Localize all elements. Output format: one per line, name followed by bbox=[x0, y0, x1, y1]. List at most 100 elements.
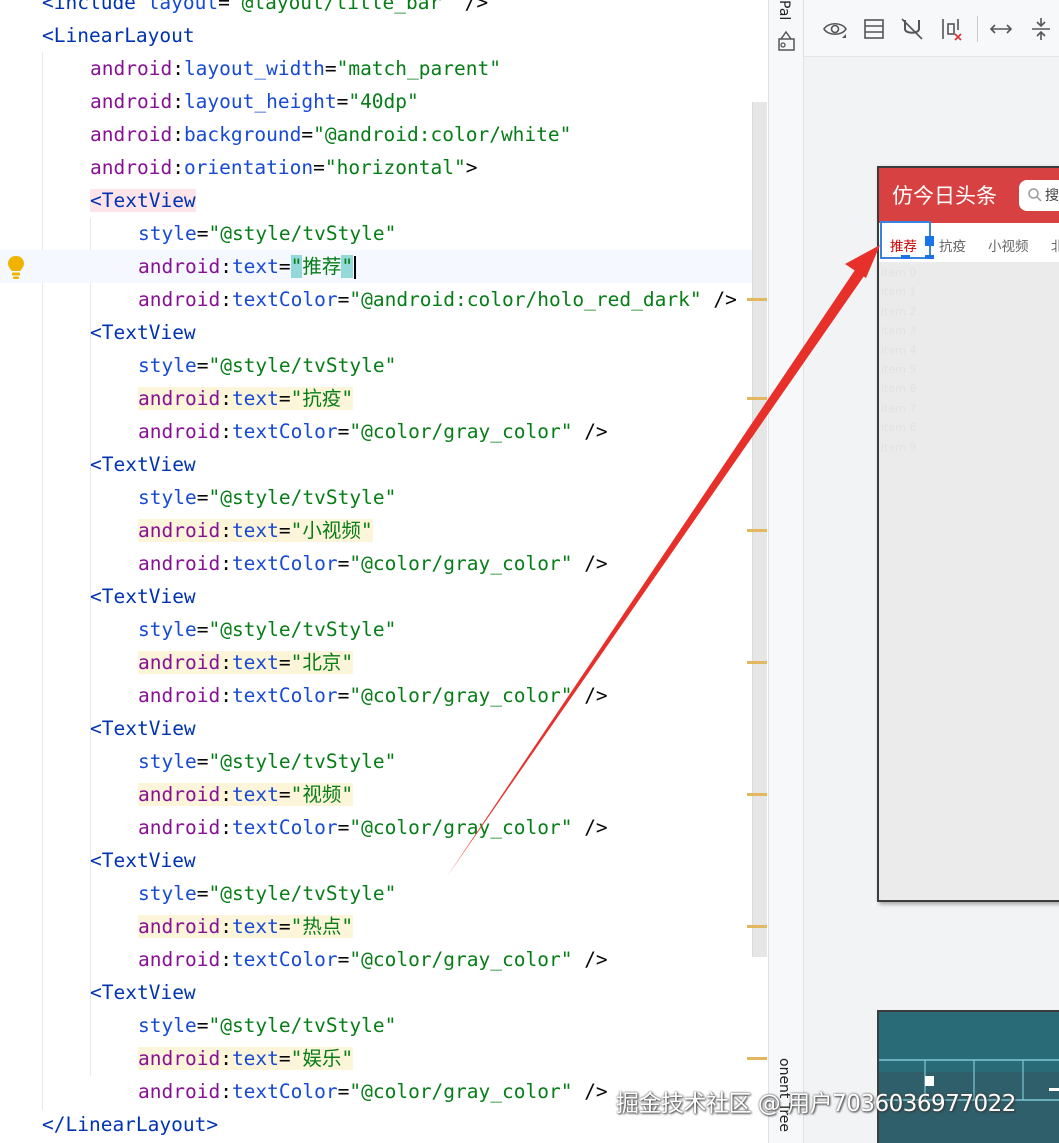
resize-handle[interactable] bbox=[925, 255, 934, 259]
code-line[interactable]: style="@style/tvStyle" bbox=[0, 481, 760, 514]
code-line[interactable]: android:textColor="@android:color/holo_r… bbox=[0, 283, 760, 316]
attr-colon: : bbox=[220, 783, 232, 806]
attr-equals: = bbox=[278, 387, 291, 410]
code-line[interactable]: style="@style/tvStyle" bbox=[0, 217, 760, 250]
tag-end: /> bbox=[701, 288, 737, 311]
code-line[interactable]: style="@style/tvStyle" bbox=[0, 349, 760, 382]
list-item[interactable]: item 2 bbox=[881, 305, 1059, 324]
code-line[interactable]: android:text="北京" bbox=[0, 646, 760, 679]
attr-quote: " bbox=[208, 354, 221, 377]
attr-namespace: android bbox=[138, 948, 221, 971]
list-item[interactable]: item 8 bbox=[881, 421, 1059, 440]
attr-name: textColor bbox=[231, 552, 338, 575]
code-line[interactable]: android:background="@android:color/white… bbox=[0, 118, 760, 151]
code-line[interactable]: android:text="娱乐" bbox=[0, 1042, 760, 1075]
code-line[interactable]: <TextView bbox=[0, 712, 760, 745]
warning-marker[interactable] bbox=[747, 1057, 767, 1060]
layout-icon[interactable] bbox=[861, 16, 887, 42]
warning-marker[interactable] bbox=[747, 397, 767, 400]
tag-bracket: < bbox=[90, 189, 102, 212]
code-line[interactable]: android:textColor="@color/gray_color" /> bbox=[0, 547, 760, 580]
tag-name: TextView bbox=[101, 849, 196, 872]
list-item[interactable]: item 6 bbox=[881, 382, 1059, 401]
tab-beijing[interactable]: 北 bbox=[1051, 235, 1059, 255]
code-line[interactable]: android:textColor="@color/gray_color" /> bbox=[0, 415, 760, 448]
tab-anti-epidemic[interactable]: 抗疫 bbox=[939, 235, 966, 255]
attr-value: 娱乐 bbox=[302, 1047, 342, 1070]
code-line[interactable]: style="@style/tvStyle" bbox=[0, 877, 760, 910]
code-line[interactable]: android:text="热点" bbox=[0, 910, 760, 943]
magnet-off-icon[interactable] bbox=[899, 16, 925, 42]
list-item[interactable]: item 5 bbox=[881, 363, 1059, 382]
expand-horizontal-icon[interactable] bbox=[988, 16, 1014, 42]
attr-quote: " bbox=[208, 1014, 221, 1037]
list-item[interactable]: item 7 bbox=[881, 402, 1059, 421]
list-item[interactable]: item 4 bbox=[881, 344, 1059, 363]
code-line[interactable]: android:textColor="@color/gray_color" /> bbox=[0, 943, 760, 976]
attr-quote: " bbox=[560, 684, 573, 707]
attr-equals: = bbox=[196, 618, 209, 641]
tag-bracket: < bbox=[90, 981, 102, 1004]
lightbulb-icon[interactable] bbox=[7, 255, 25, 281]
attr-colon: : bbox=[172, 57, 184, 80]
attr-equals: = bbox=[337, 948, 350, 971]
palette-tab[interactable]: Pal bbox=[776, 0, 792, 20]
code-line[interactable]: <TextView bbox=[0, 844, 760, 877]
list-item[interactable]: item 3 bbox=[881, 324, 1059, 343]
code-line[interactable]: <TextView bbox=[0, 316, 760, 349]
code-line[interactable]: android:orientation="horizontal"> bbox=[0, 151, 760, 184]
tag-bracket: < bbox=[42, 24, 54, 47]
list-item[interactable]: item 0 bbox=[881, 266, 1059, 285]
constraint-clear-icon[interactable] bbox=[938, 16, 964, 42]
warning-marker[interactable] bbox=[747, 529, 767, 532]
tag-end: /> bbox=[572, 420, 608, 443]
code-line[interactable]: android:layout_height="40dp" bbox=[0, 85, 760, 118]
code-line[interactable]: android:textColor="@color/gray_color" /> bbox=[0, 811, 760, 844]
code-line[interactable]: android:text="小视频" bbox=[0, 514, 760, 547]
list-item[interactable]: item 9 bbox=[881, 441, 1059, 460]
attr-colon: : bbox=[220, 684, 232, 707]
attr-value: @style/tvStyle bbox=[220, 354, 385, 377]
resize-handle[interactable] bbox=[901, 255, 910, 259]
code-line[interactable]: <TextView bbox=[0, 184, 760, 217]
code-line[interactable]: style="@style/tvStyle" bbox=[0, 613, 760, 646]
attr-name: text bbox=[231, 387, 279, 410]
code-line[interactable]: style="@style/tvStyle" bbox=[0, 745, 760, 778]
warning-marker[interactable] bbox=[747, 298, 767, 301]
code-line[interactable]: <TextView bbox=[0, 448, 760, 481]
blueprint-preview[interactable] bbox=[877, 1010, 1059, 1143]
search-box[interactable]: 搜 bbox=[1019, 180, 1059, 211]
list-item[interactable]: item 1 bbox=[881, 285, 1059, 304]
code-line[interactable]: android:text="推荐" bbox=[0, 250, 760, 283]
code-line[interactable]: <include layout="@layout/title_bar" /> bbox=[0, 0, 760, 19]
eye-icon[interactable] bbox=[822, 16, 848, 42]
attr-value: @style/tvStyle bbox=[220, 1014, 385, 1037]
palette-icon[interactable] bbox=[777, 30, 797, 52]
blueprint-outline bbox=[879, 1012, 1059, 1101]
code-line[interactable]: android:text="视频" bbox=[0, 778, 760, 811]
tag-name: LinearLayout bbox=[53, 24, 195, 47]
warning-marker[interactable] bbox=[747, 661, 767, 664]
code-line[interactable]: <TextView bbox=[0, 580, 760, 613]
code-line[interactable]: style="@style/tvStyle" bbox=[0, 1009, 760, 1042]
attr-quote: " bbox=[341, 387, 354, 410]
tab-short-video[interactable]: 小视频 bbox=[988, 235, 1029, 255]
attr-quote: " bbox=[349, 288, 362, 311]
code-line[interactable]: android:layout_width="match_parent" bbox=[0, 52, 760, 85]
layout-design-panel[interactable]: 仿今日头条 搜 推荐 抗疫 小视频 北 item 0item 1item 2it… bbox=[804, 0, 1059, 1143]
attr-name: textColor bbox=[231, 816, 338, 839]
news-list: item 0 item 1 item 2 item 3 item 4 item 5 item… bbox=[881, 266, 1059, 460]
code-line[interactable]: android:textColor="@color/gray_color" /> bbox=[0, 679, 760, 712]
pack-vertical-icon[interactable] bbox=[1028, 16, 1054, 42]
search-icon bbox=[1028, 188, 1042, 202]
attr-equals: = bbox=[324, 57, 337, 80]
warning-marker[interactable] bbox=[747, 793, 767, 796]
warning-marker[interactable] bbox=[747, 925, 767, 928]
attr-equals: = bbox=[196, 486, 209, 509]
code-line[interactable]: android:text="抗疫" bbox=[0, 382, 760, 415]
phone-preview[interactable]: 仿今日头条 搜 推荐 抗疫 小视频 北 item 0item 1item 2it… bbox=[877, 166, 1059, 902]
code-line[interactable]: <TextView bbox=[0, 976, 760, 1009]
resize-handle[interactable] bbox=[925, 236, 934, 246]
code-line[interactable]: <LinearLayout bbox=[0, 19, 760, 52]
code-editor[interactable]: <include layout="@layout/title_bar" /> <L… bbox=[0, 0, 768, 1143]
